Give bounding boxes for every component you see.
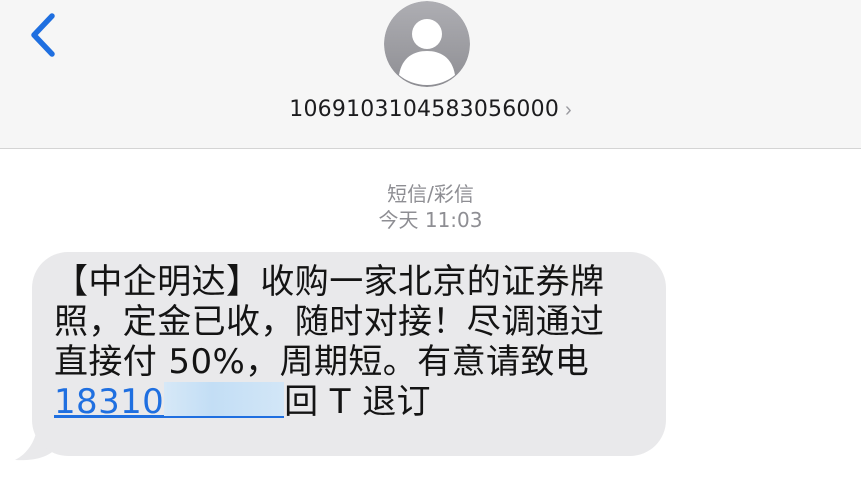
message-line: 照，定金已收，随时对接！尽调通过 [54,302,605,342]
message-line: 直接付 50%，周期短。有意请致电 [54,342,590,382]
message-type-label: 短信/彩信 [387,182,474,206]
redacted-phone-digits [164,382,285,418]
conversation-header: 1069103104583056000 › [0,0,861,149]
message-bubble[interactable]: 【中企明达】收购一家北京的证券牌 照，定金已收，随时对接！尽调通过 直接付 50… [32,252,666,456]
phone-number-text: 18310 [54,382,165,422]
phone-number-link[interactable]: 18310 [54,382,285,422]
message-line: 18310 回 T 退订 [54,382,644,422]
unsubscribe-text: 回 T 退订 [284,382,431,422]
person-silhouette-icon [384,1,470,87]
back-button[interactable] [26,10,66,62]
message-line: 【中企明达】收购一家北京的证券牌 [54,262,605,302]
avatar[interactable] [384,1,470,87]
chevron-left-icon [31,13,55,57]
contact-details-link[interactable]: 1069103104583056000 › [0,97,861,122]
message-timestamp: 今天 11:03 [378,208,483,232]
chevron-right-icon: › [565,99,572,121]
contact-number: 1069103104583056000 [289,97,560,122]
